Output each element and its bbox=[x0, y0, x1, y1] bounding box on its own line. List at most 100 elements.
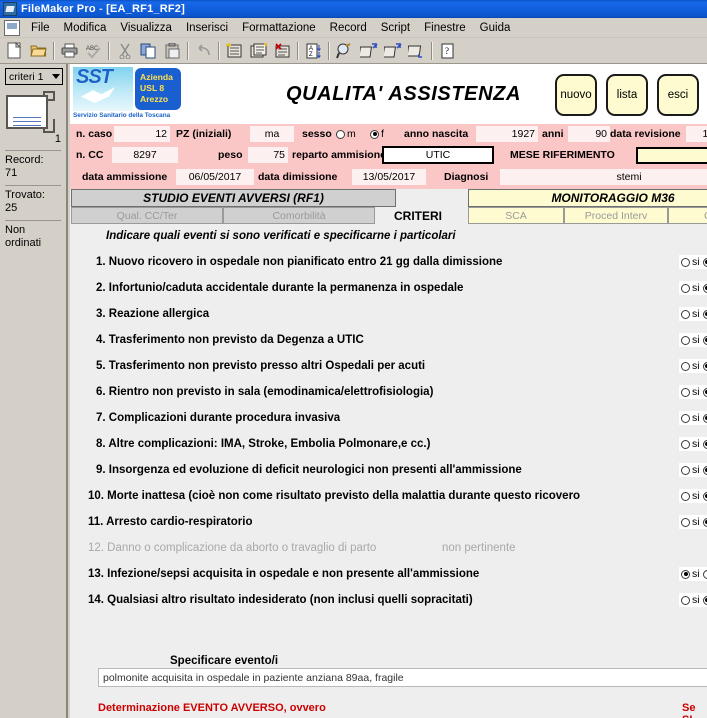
radio-dot-no bbox=[702, 387, 707, 397]
menu-item-modifica[interactable]: Modifica bbox=[57, 20, 114, 36]
patient-row-3: data ammissione 06/05/2017 data dimissio… bbox=[70, 167, 707, 189]
menu-item-formattazione[interactable]: Formattazione bbox=[235, 20, 323, 36]
criterion-8-no[interactable]: no bbox=[702, 438, 707, 450]
criterion-13-no[interactable]: no bbox=[702, 568, 707, 580]
criterion-4-no[interactable]: no bbox=[702, 334, 707, 346]
layout-body: SST Azienda USL 8 Arezzo Servizio Sanita… bbox=[70, 64, 707, 718]
diagnosi-field[interactable]: stemi bbox=[500, 169, 707, 185]
pz-iniziali-field[interactable]: ma bbox=[250, 126, 294, 142]
criterion-12-not-applicable: non pertinente bbox=[442, 542, 516, 554]
lista-button[interactable]: lista bbox=[606, 74, 648, 116]
specificare-input[interactable]: polmonite acquisita in ospedale in pazie… bbox=[98, 668, 707, 687]
tab-proced-interv[interactable]: Proced Interv bbox=[564, 207, 668, 224]
menu-item-record[interactable]: Record bbox=[323, 20, 374, 36]
tab-cin[interactable]: CIN bbox=[668, 207, 707, 224]
data-revisione-field[interactable]: 12/07/2017 bbox=[686, 126, 707, 142]
radio-dot-si bbox=[681, 413, 690, 423]
spellcheck-icon[interactable]: ABC bbox=[82, 40, 105, 62]
criterion-5-si[interactable]: si bbox=[681, 360, 700, 372]
criterion-11-no[interactable]: no bbox=[702, 516, 707, 528]
omit-record-icon[interactable] bbox=[405, 40, 428, 62]
menu-item-finestre[interactable]: Finestre bbox=[417, 20, 473, 36]
criterion-11-si[interactable]: si bbox=[681, 516, 700, 528]
criterion-4-si[interactable]: si bbox=[681, 334, 700, 346]
document-icon[interactable] bbox=[4, 19, 20, 36]
sort-records-icon[interactable]: AZ bbox=[302, 40, 325, 62]
menu-item-file[interactable]: File bbox=[24, 20, 57, 36]
criterion-answer-14[interactable]: si no bbox=[679, 593, 707, 607]
mese-riferimento-field[interactable]: giugno bbox=[636, 147, 707, 164]
criterion-9-si[interactable]: si bbox=[681, 464, 700, 476]
n-cc-field[interactable]: 8297 bbox=[112, 147, 178, 163]
paste-icon[interactable] bbox=[161, 40, 184, 62]
criterion-answer-9[interactable]: si no bbox=[679, 463, 707, 477]
tab-comorbilita[interactable]: Comorbilità bbox=[223, 207, 375, 224]
anni-label: anni bbox=[542, 128, 564, 140]
criterion-3-si[interactable]: si bbox=[681, 308, 700, 320]
menu-item-inserisci[interactable]: Inserisci bbox=[179, 20, 235, 36]
esci-button[interactable]: esci bbox=[657, 74, 699, 116]
menu-item-visualizza[interactable]: Visualizza bbox=[113, 20, 179, 36]
criterion-7-si[interactable]: si bbox=[681, 412, 700, 424]
criterion-5-no[interactable]: no bbox=[702, 360, 707, 372]
undo-icon[interactable] bbox=[192, 40, 215, 62]
anni-field[interactable]: 90 bbox=[568, 126, 610, 142]
n-caso-field[interactable]: 12 bbox=[114, 126, 170, 142]
criterion-2-si[interactable]: si bbox=[681, 282, 700, 294]
criterion-answer-7[interactable]: si no bbox=[679, 411, 707, 425]
find-icon[interactable] bbox=[333, 40, 356, 62]
criterion-answer-10[interactable]: si no bbox=[679, 489, 707, 503]
logo-mark: SST bbox=[76, 66, 113, 88]
criterion-answer-4[interactable]: si no bbox=[679, 333, 707, 347]
sesso-radio-m[interactable]: m bbox=[336, 128, 356, 140]
delete-record-icon[interactable] bbox=[271, 40, 294, 62]
peso-field[interactable]: 75 bbox=[248, 147, 288, 163]
criterion-6-si[interactable]: si bbox=[681, 386, 700, 398]
criterion-answer-1[interactable]: si no bbox=[679, 255, 707, 269]
criterion-answer-11[interactable]: si no bbox=[679, 515, 707, 529]
tab-sca[interactable]: SCA bbox=[468, 207, 564, 224]
tab-qual-cc-ter[interactable]: Qual. CC/Ter bbox=[71, 207, 223, 224]
open-folder-icon[interactable] bbox=[27, 40, 50, 62]
print-icon[interactable] bbox=[58, 40, 81, 62]
criterion-answer-3[interactable]: si no bbox=[679, 307, 707, 321]
si-label: si bbox=[692, 360, 700, 372]
reparto-ammisione-field[interactable]: UTIC bbox=[382, 146, 494, 164]
criterion-10-no[interactable]: no bbox=[702, 490, 707, 502]
criterion-8-si[interactable]: si bbox=[681, 438, 700, 450]
anno-nascita-field[interactable]: 1927 bbox=[476, 126, 538, 142]
duplicate-record-icon[interactable] bbox=[247, 40, 270, 62]
criterion-13-si[interactable]: si bbox=[681, 568, 700, 580]
criterion-6-no[interactable]: no bbox=[702, 386, 707, 398]
menu-item-script[interactable]: Script bbox=[374, 20, 417, 36]
criterion-1-no[interactable]: no bbox=[702, 256, 707, 268]
criterion-7-no[interactable]: no bbox=[702, 412, 707, 424]
data-dimissione-field[interactable]: 13/05/2017 bbox=[352, 169, 426, 185]
sesso-radio-f[interactable]: f bbox=[370, 128, 384, 140]
show-all-records-icon[interactable] bbox=[357, 40, 380, 62]
new-file-icon[interactable] bbox=[3, 40, 26, 62]
new-record-icon[interactable] bbox=[223, 40, 246, 62]
criterion-answer-13[interactable]: si no bbox=[679, 567, 707, 581]
criterion-text-6: 6. Rientro non previsto in sala (emodina… bbox=[96, 386, 434, 398]
criterion-9-no[interactable]: no bbox=[702, 464, 707, 476]
criterion-14-no[interactable]: no bbox=[702, 594, 707, 606]
layout-select[interactable]: criteri 1 bbox=[5, 68, 63, 85]
criterion-10-si[interactable]: si bbox=[681, 490, 700, 502]
data-ammissione-field[interactable]: 06/05/2017 bbox=[176, 169, 254, 185]
cut-icon[interactable] bbox=[113, 40, 136, 62]
criterion-14-si[interactable]: si bbox=[681, 594, 700, 606]
criterion-answer-5[interactable]: si no bbox=[679, 359, 707, 373]
criterion-3-no[interactable]: no bbox=[702, 308, 707, 320]
menu-item-guida[interactable]: Guida bbox=[473, 20, 518, 36]
find-all-icon[interactable] bbox=[381, 40, 404, 62]
criterion-2-no[interactable]: no bbox=[702, 282, 707, 294]
record-book-widget[interactable]: ‮‮‮ 1 bbox=[5, 89, 63, 145]
criterion-answer-6[interactable]: si no bbox=[679, 385, 707, 399]
criterion-answer-2[interactable]: si no bbox=[679, 281, 707, 295]
copy-icon[interactable] bbox=[137, 40, 160, 62]
help-icon[interactable]: ? bbox=[436, 40, 459, 62]
nuovo-button[interactable]: nuovo bbox=[555, 74, 597, 116]
criterion-answer-8[interactable]: si no bbox=[679, 437, 707, 451]
criterion-1-si[interactable]: si bbox=[681, 256, 700, 268]
